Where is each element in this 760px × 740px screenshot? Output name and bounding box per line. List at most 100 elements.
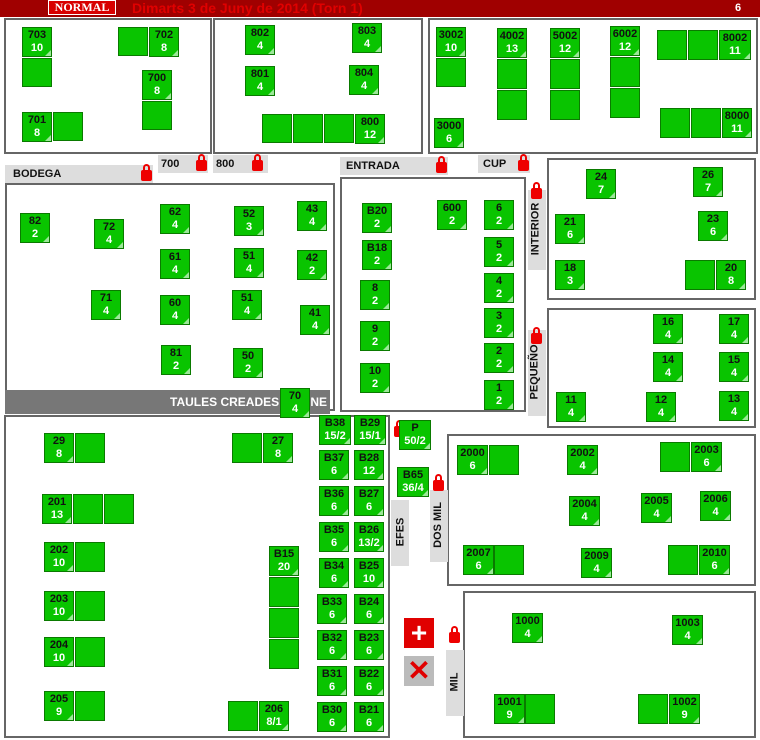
table-extension[interactable] [75,433,105,463]
table[interactable]: 2005 4 [641,493,672,523]
table[interactable]: 82 2 [20,213,50,243]
table[interactable]: B32 6 [317,630,347,660]
table[interactable]: 24 7 [586,169,616,199]
table[interactable]: 803 4 [352,23,382,53]
table[interactable]: B23 6 [354,630,384,660]
table[interactable]: B36 6 [319,486,349,516]
lock-icon[interactable] [196,154,207,171]
table[interactable]: 52 3 [234,206,264,236]
table[interactable]: 11 4 [556,392,586,422]
table-extension[interactable] [293,114,323,143]
table-extension[interactable] [232,433,262,463]
cancel-button[interactable]: ✕ [404,656,434,686]
table-extension[interactable] [489,445,519,475]
table[interactable]: 51 4 [232,290,262,320]
table[interactable]: 13 4 [719,391,749,421]
table[interactable]: 62 4 [160,204,190,234]
table[interactable]: 206 8/1 [259,701,289,731]
table[interactable]: 81 2 [161,345,191,375]
table[interactable]: 12 [484,380,514,410]
lock-icon[interactable] [141,164,152,181]
table[interactable]: B34 6 [319,558,349,588]
table[interactable]: 2007 6 [463,545,494,575]
table[interactable]: 2000 6 [457,445,488,475]
table[interactable]: 21 6 [555,214,585,244]
table[interactable]: B65 36/4 [397,467,429,497]
table[interactable]: 71 4 [91,290,121,320]
table[interactable]: 1003 4 [672,615,703,645]
page-number[interactable]: 6 [720,0,756,17]
table[interactable]: 8002 11 [719,30,751,60]
table[interactable]: 82 [360,280,390,310]
table-extension[interactable] [525,694,555,724]
table-extension[interactable] [73,494,103,524]
table-extension[interactable] [269,577,299,607]
table[interactable]: 5002 12 [550,28,580,58]
table[interactable]: B22 6 [354,666,384,696]
table-extension[interactable] [104,494,134,524]
table-extension[interactable] [436,58,466,87]
table[interactable]: 1001 9 [494,694,525,724]
table[interactable]: 17 4 [719,314,749,344]
table[interactable]: 50 2 [233,348,263,378]
table[interactable]: B24 6 [354,594,384,624]
table[interactable]: 16 4 [653,314,683,344]
table[interactable]: 27 8 [263,433,293,463]
table[interactable]: 3002 10 [436,27,466,57]
table[interactable]: B33 6 [317,594,347,624]
table[interactable]: 32 [484,308,514,338]
table-extension[interactable] [685,260,715,290]
table[interactable]: B25 10 [354,558,384,588]
table-extension[interactable] [660,108,690,138]
table[interactable]: 1000 4 [512,613,543,643]
table-extension[interactable] [610,88,640,118]
table-extension[interactable] [118,27,148,56]
table[interactable]: B18 2 [362,240,392,270]
table[interactable]: 92 [360,321,390,351]
lock-icon[interactable] [433,474,444,491]
table[interactable]: 72 4 [94,219,124,249]
table[interactable]: 52 [484,237,514,267]
table[interactable]: 41 4 [300,305,330,335]
table[interactable]: 62 [484,200,514,230]
table[interactable]: 8000 11 [722,108,752,138]
lock-icon[interactable] [252,154,263,171]
table[interactable]: 204 10 [44,637,74,667]
table-extension[interactable] [497,59,527,89]
table[interactable]: B29 15/1 [354,415,386,445]
table[interactable]: 2004 4 [569,496,600,526]
table-extension[interactable] [75,637,105,667]
table[interactable]: 15 4 [719,352,749,382]
table[interactable]: 804 4 [349,65,379,95]
table[interactable]: 201 13 [42,494,72,524]
table[interactable]: 701 8 [22,112,52,142]
table[interactable]: B27 6 [354,486,384,516]
table-extension[interactable] [691,108,721,138]
table[interactable]: 2006 4 [700,491,731,521]
table-extension[interactable] [668,545,698,575]
table[interactable]: 23 6 [698,211,728,241]
table[interactable]: 2003 6 [691,442,722,472]
table[interactable]: 42 [484,273,514,303]
table[interactable]: 600 2 [437,200,467,230]
table-extension[interactable] [550,59,580,89]
table-extension[interactable] [22,58,52,87]
table[interactable]: B20 2 [362,203,392,233]
table[interactable]: 703 10 [22,27,52,57]
table[interactable]: 12 4 [646,392,676,422]
table[interactable]: 801 4 [245,66,275,96]
lock-icon[interactable] [449,626,460,643]
table[interactable]: 70 4 [280,388,310,418]
table-extension[interactable] [228,701,258,731]
table-extension[interactable] [550,90,580,120]
table-extension[interactable] [142,101,172,130]
table-extension[interactable] [657,30,687,60]
table[interactable]: 802 4 [245,25,275,55]
table[interactable]: 14 4 [653,352,683,382]
table[interactable]: 20 8 [716,260,746,290]
table[interactable]: 203 10 [44,591,74,621]
table[interactable]: B37 6 [319,450,349,480]
table[interactable]: 202 10 [44,542,74,572]
table-extension[interactable] [75,591,105,621]
table-extension[interactable] [688,30,718,60]
